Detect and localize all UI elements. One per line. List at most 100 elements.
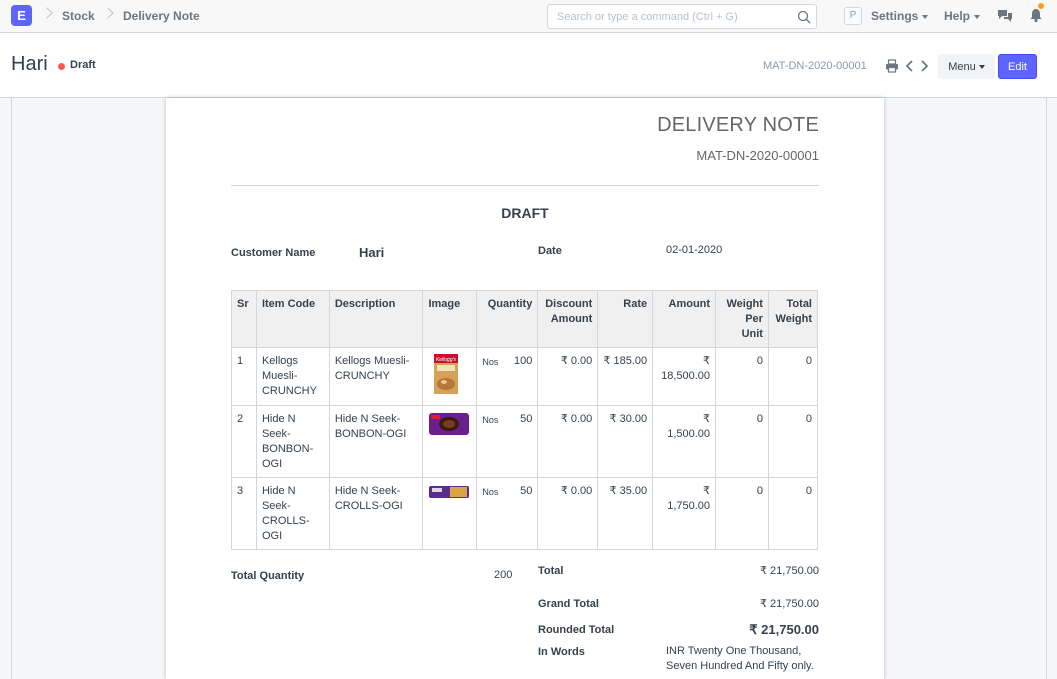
breadcrumb-chevron-icon — [102, 7, 114, 19]
description-cell: Hide N Seek-BONBON-OGI — [328, 405, 424, 478]
avatar[interactable]: P — [844, 7, 862, 25]
page-head: Hari Draft MAT-DN-2020-00001 Menu Edit — [0, 33, 1057, 98]
rate-cell: ₹ 185.00 — [597, 347, 654, 406]
settings-dropdown[interactable]: Settings — [871, 9, 929, 23]
sr-cell: 1 — [231, 347, 257, 406]
print-preview-area: DELIVERY NOTE MAT-DN-2020-00001 DRAFT Cu… — [11, 98, 1047, 679]
printer-icon[interactable] — [885, 59, 899, 73]
customer-name-label: Customer Name — [231, 247, 316, 259]
rate-cell: ₹ 30.00 — [597, 405, 654, 478]
weight-per-unit-cell: 0 — [715, 405, 769, 478]
draft-banner: DRAFT — [501, 205, 549, 221]
search-input[interactable] — [548, 5, 788, 28]
table-row: 1 Kellogs Muesli-CRUNCHY Kellogs Muesli-… — [231, 347, 819, 406]
column-header: Quantity — [476, 290, 539, 348]
previous-doc-icon[interactable] — [904, 59, 916, 73]
rate-cell: ₹ 35.00 — [597, 477, 654, 550]
navbar: E Stock Delivery Note P Settings Help — [0, 0, 1057, 33]
items-table: Sr Item Code Description Image Quantity … — [231, 290, 819, 550]
quantity-value: 50 — [520, 485, 533, 497]
discount-cell: ₹ 0.00 — [537, 347, 599, 406]
document-heading: DELIVERY NOTE — [657, 114, 819, 136]
amount-cell: ₹ 18,500.00 — [652, 347, 717, 406]
chat-icon[interactable] — [997, 8, 1013, 24]
image-cell — [422, 477, 478, 550]
chevron-down-icon — [974, 14, 981, 19]
table-header-row: Sr Item Code Description Image Quantity … — [231, 290, 819, 348]
in-words-label: In Words — [538, 646, 585, 658]
rounded-total-label: Rounded Total — [538, 624, 615, 636]
table-row: 2 Hide N Seek-BONBON-OGI Hide N Seek-BON… — [231, 405, 819, 478]
page-title: Hari — [11, 53, 48, 75]
description-cell: Kellogs Muesli-CRUNCHY — [328, 347, 424, 406]
sr-cell: 2 — [231, 405, 257, 478]
total-weight-cell: 0 — [767, 477, 819, 550]
edit-button[interactable]: Edit — [998, 54, 1037, 79]
weight-per-unit-cell: 0 — [715, 347, 769, 406]
total-quantity-value: 200 — [494, 569, 513, 581]
column-header: Total Weight — [767, 290, 819, 348]
column-header: Rate — [597, 290, 654, 348]
breadcrumb-stock[interactable]: Stock — [62, 9, 95, 23]
grand-total-value: ₹ 21,750.00 — [760, 598, 819, 610]
quantity-cell: Nos 50 — [476, 477, 539, 550]
quantity-cell: Nos 50 — [476, 405, 539, 478]
image-cell: Kellogg's — [422, 347, 478, 406]
amount-cell: ₹ 1,750.00 — [652, 477, 717, 550]
image-cell — [422, 405, 478, 478]
description-cell: Hide N Seek-CROLLS-OGI — [328, 477, 424, 550]
quantity-cell: Nos 100 — [476, 347, 539, 406]
svg-text:Kellogg's: Kellogg's — [436, 357, 457, 363]
rounded-total-value: ₹ 21,750.00 — [749, 622, 819, 637]
total-label: Total — [538, 565, 564, 577]
total-weight-cell: 0 — [767, 405, 819, 478]
app-logo[interactable]: E — [11, 5, 32, 26]
help-label: Help — [944, 9, 971, 23]
sr-cell: 3 — [231, 477, 257, 550]
column-header: Amount — [652, 290, 717, 348]
item-code-cell: Hide N Seek-CROLLS-OGI — [255, 477, 330, 550]
biscuit-roll-image — [429, 486, 470, 498]
discount-cell: ₹ 0.00 — [537, 405, 599, 478]
quantity-value: 50 — [520, 413, 533, 425]
weight-per-unit-cell: 0 — [715, 477, 769, 550]
search-icon[interactable] — [797, 10, 811, 24]
item-code-cell: Hide N Seek-BONBON-OGI — [255, 405, 330, 478]
status-badge: Draft — [70, 59, 96, 71]
menu-button[interactable]: Menu — [938, 54, 995, 79]
settings-label: Settings — [871, 9, 919, 23]
column-header: Weight Per Unit — [715, 290, 769, 348]
uom-label: Nos — [482, 357, 499, 367]
document-name: MAT-DN-2020-00001 — [763, 60, 867, 72]
breadcrumb-chevron-icon — [41, 7, 53, 19]
amount-cell: ₹ 1,500.00 — [652, 405, 717, 478]
notification-dot — [1038, 3, 1044, 9]
customer-name-value: Hari — [359, 245, 385, 260]
column-header: Image — [422, 290, 478, 348]
uom-label: Nos — [482, 415, 499, 425]
date-value: 02-01-2020 — [666, 244, 723, 256]
grand-total-label: Grand Total — [538, 598, 599, 610]
item-code-cell: Kellogs Muesli-CRUNCHY — [255, 347, 330, 406]
column-header: Discount Amount — [537, 290, 599, 348]
breadcrumb-delivery-note[interactable]: Delivery Note — [123, 9, 200, 23]
total-quantity-label: Total Quantity — [231, 570, 305, 582]
column-header: Sr — [231, 290, 257, 348]
next-doc-icon[interactable] — [918, 59, 930, 73]
divider — [231, 185, 819, 186]
chevron-down-icon — [978, 64, 985, 69]
chevron-down-icon — [922, 14, 929, 19]
bell-icon[interactable] — [1028, 7, 1044, 23]
total-value: ₹ 21,750.00 — [760, 565, 819, 577]
quantity-value: 100 — [513, 355, 533, 367]
table-row: 3 Hide N Seek-CROLLS-OGI Hide N Seek-CRO… — [231, 477, 819, 550]
document-number: MAT-DN-2020-00001 — [696, 148, 819, 163]
in-words-value: INR Twenty One Thousand, Seven Hundred A… — [666, 645, 814, 672]
help-dropdown[interactable]: Help — [944, 9, 981, 23]
status-indicator-dot — [58, 63, 65, 70]
column-header: Item Code — [255, 290, 330, 348]
uom-label: Nos — [482, 487, 499, 497]
column-header: Description — [328, 290, 424, 348]
cereal-pack-image: Kellogg's — [434, 354, 459, 394]
print-sheet: DELIVERY NOTE MAT-DN-2020-00001 DRAFT Cu… — [166, 98, 884, 679]
